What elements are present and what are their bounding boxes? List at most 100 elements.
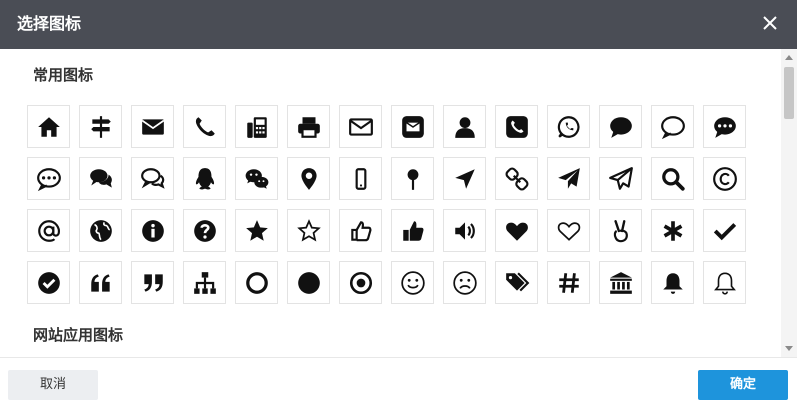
scroll-up-arrow[interactable]	[785, 55, 793, 60]
icon-tile-dot-circle[interactable]	[339, 261, 382, 304]
icon-tile-tags[interactable]	[495, 261, 538, 304]
icon-tile-fax[interactable]	[235, 105, 278, 148]
paper-plane-icon	[557, 167, 580, 189]
circle-icon	[297, 271, 320, 294]
icon-tile-comment[interactable]	[599, 105, 642, 148]
icon-tile-envelope-square[interactable]	[391, 105, 434, 148]
confirm-button[interactable]: 确定	[698, 370, 788, 400]
icon-tile-phone[interactable]	[183, 105, 226, 148]
commenting-outline-icon	[36, 167, 61, 191]
smile-icon	[400, 270, 425, 295]
icon-tile-hand-peace[interactable]	[599, 209, 642, 252]
icon-tile-bell-outline[interactable]	[703, 261, 746, 304]
institution-icon	[609, 271, 632, 294]
dialog-header: 选择图标	[0, 0, 797, 49]
info-circle-icon	[141, 219, 164, 242]
paper-plane-outline-icon	[608, 166, 633, 190]
icon-tile-frown[interactable]	[443, 261, 486, 304]
icon-tile-envelope[interactable]	[131, 105, 174, 148]
heart-outline-icon	[557, 221, 580, 241]
location-arrow-icon	[454, 168, 475, 189]
dialog-footer: 取消 确定	[0, 357, 797, 408]
icon-tile-check-circle[interactable]	[27, 261, 70, 304]
icon-tile-sitemap[interactable]	[183, 261, 226, 304]
cancel-button[interactable]: 取消	[8, 370, 98, 400]
at-icon	[37, 219, 60, 242]
bell-outline-icon	[713, 271, 736, 295]
dialog-body: 常用图标 网站应用图标	[0, 49, 797, 357]
icon-tile-heart[interactable]	[495, 209, 538, 252]
comments-icon	[89, 168, 112, 188]
icon-tile-paper-plane-outline[interactable]	[599, 157, 642, 200]
icon-tile-question-circle[interactable]	[183, 209, 226, 252]
icon-tile-paper-plane[interactable]	[547, 157, 590, 200]
icon-tile-copyright[interactable]	[703, 157, 746, 200]
thumbs-up-outline-icon	[350, 220, 371, 241]
scroll-down-arrow[interactable]	[785, 346, 793, 351]
check-circle-icon	[37, 271, 60, 294]
icon-tile-star-outline[interactable]	[287, 209, 330, 252]
icon-tile-circle[interactable]	[287, 261, 330, 304]
scrollbar-thumb[interactable]	[784, 67, 794, 119]
icon-tile-search[interactable]	[651, 157, 694, 200]
tags-icon	[505, 271, 529, 291]
quote-right-icon	[143, 273, 163, 292]
icon-tile-info-circle[interactable]	[131, 209, 174, 252]
icon-tile-hashtag[interactable]	[547, 261, 590, 304]
heart-icon	[505, 222, 528, 241]
icon-tile-check[interactable]	[703, 209, 746, 252]
frown-icon	[452, 270, 477, 295]
search-icon	[661, 167, 685, 191]
icon-tile-globe[interactable]	[79, 209, 122, 252]
icon-tile-user[interactable]	[443, 105, 486, 148]
icon-tile-institution[interactable]	[599, 261, 642, 304]
bell-icon	[662, 272, 683, 294]
icon-tile-envelope-outline[interactable]	[339, 105, 382, 148]
icon-tile-chain[interactable]	[495, 157, 538, 200]
icon-tile-home[interactable]	[27, 105, 70, 148]
icon-tile-quote-right[interactable]	[131, 261, 174, 304]
icon-tile-commenting[interactable]	[703, 105, 746, 148]
commenting-icon	[713, 116, 736, 138]
icon-tile-whatsapp[interactable]	[547, 105, 590, 148]
icon-tile-map-pin[interactable]	[391, 157, 434, 200]
dot-circle-icon	[349, 271, 372, 294]
icon-tile-comments[interactable]	[79, 157, 122, 200]
envelope-icon	[141, 118, 164, 135]
icon-tile-signpost[interactable]	[79, 105, 122, 148]
icon-tile-at[interactable]	[27, 209, 70, 252]
icon-tile-wechat[interactable]	[235, 157, 278, 200]
icon-tile-commenting-outline[interactable]	[27, 157, 70, 200]
close-icon[interactable]	[758, 11, 782, 35]
scrollbar[interactable]	[781, 49, 797, 357]
icon-tile-star[interactable]	[235, 209, 278, 252]
icon-tile-map-marker[interactable]	[287, 157, 330, 200]
icon-tile-smile[interactable]	[391, 261, 434, 304]
icon-tile-volume-up[interactable]	[443, 209, 486, 252]
icon-tile-phone-square[interactable]	[495, 105, 538, 148]
icon-tile-mobile[interactable]	[339, 157, 382, 200]
icon-tile-quote-left[interactable]	[79, 261, 122, 304]
icon-tile-circle-outline[interactable]	[235, 261, 278, 304]
whatsapp-icon	[557, 115, 579, 138]
fax-icon	[246, 116, 267, 138]
print-icon	[297, 116, 320, 138]
icon-tile-asterisk[interactable]	[651, 209, 694, 252]
icon-tile-heart-outline[interactable]	[547, 209, 590, 252]
icon-tile-qq[interactable]	[183, 157, 226, 200]
icon-tile-comments-outline[interactable]	[131, 157, 174, 200]
icon-tile-comment-outline[interactable]	[651, 105, 694, 148]
wechat-icon	[245, 168, 268, 189]
home-icon	[37, 116, 60, 137]
icon-tile-thumbs-up-outline[interactable]	[339, 209, 382, 252]
map-marker-icon	[300, 167, 317, 190]
icon-tile-location-arrow[interactable]	[443, 157, 486, 200]
icon-tile-thumbs-up[interactable]	[391, 209, 434, 252]
envelope-square-icon	[401, 115, 424, 138]
sitemap-icon	[193, 271, 216, 294]
star-outline-icon	[296, 218, 321, 242]
icon-tile-print[interactable]	[287, 105, 330, 148]
comment-outline-icon	[660, 115, 685, 139]
asterisk-icon	[663, 220, 682, 241]
icon-tile-bell[interactable]	[651, 261, 694, 304]
